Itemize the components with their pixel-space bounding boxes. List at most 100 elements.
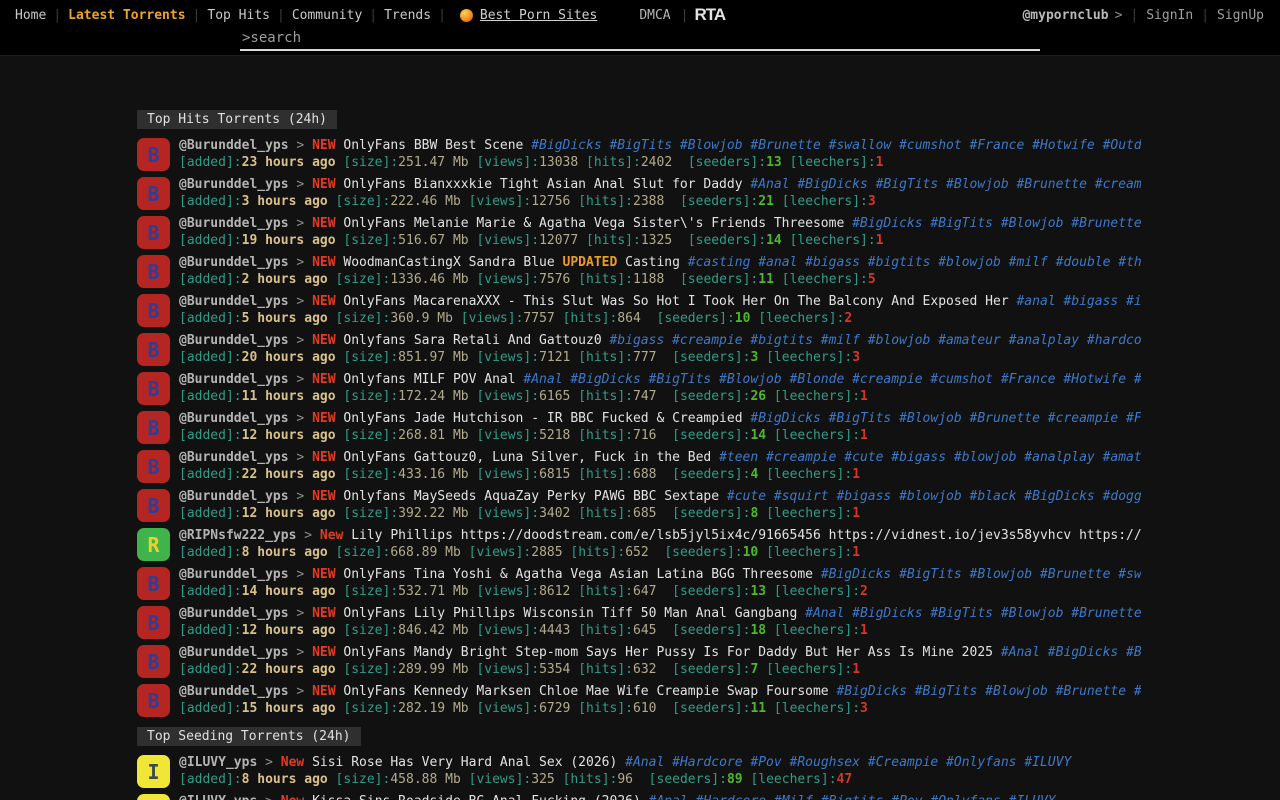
uploader-avatar[interactable]: B — [137, 333, 170, 366]
uploader-avatar[interactable]: B — [137, 606, 170, 639]
tag-links[interactable]: #Anal #BigDicks #BigTits #Blowjob #Brune… — [805, 606, 1141, 621]
torrent-title[interactable]: OnlyFans Jade Hutchison - IR BBC Fucked … — [343, 411, 742, 426]
uploader-link[interactable]: @Burunddel_yps — [179, 645, 289, 660]
uploader-avatar[interactable]: B — [137, 645, 170, 678]
torrent-title[interactable]: Sisi Rose Has Very Hard Anal Sex (2026) — [312, 755, 617, 770]
torrent-info: @Burunddel_yps > NEW Onlyfans MaySeeds A… — [179, 489, 1141, 522]
tag-links[interactable]: #teen #creampie #cute #bigass #blowjob #… — [719, 450, 1141, 465]
tag-links[interactable]: #BigDicks #BigTits #Blowjob #Brunette #s… — [821, 567, 1141, 582]
torrent-title[interactable]: Lily Phillips https://doodstream.com/e/l… — [351, 528, 1141, 543]
stat-label-seeders: [seeders]: — [672, 467, 750, 482]
nav-community[interactable]: Community — [285, 8, 369, 23]
torrent-title[interactable]: OnlyFans BBW Best Scene — [343, 138, 523, 153]
uploader-avatar[interactable]: B — [137, 177, 170, 210]
uploader-link[interactable]: @Burunddel_yps — [179, 372, 289, 387]
uploader-link[interactable]: @Burunddel_yps — [179, 684, 289, 699]
torrent-title[interactable]: Kissa Sins Roadside BG Anal Fucking (202… — [312, 794, 641, 800]
uploader-link[interactable]: @RIPNsfw222_yps — [179, 528, 296, 543]
uploader-link[interactable]: @Burunddel_yps — [179, 606, 289, 621]
uploader-avatar[interactable]: I — [137, 755, 170, 788]
torrent-title[interactable]: OnlyFans Gattouz0, Luna Silver, Fuck in … — [343, 450, 711, 465]
tag-links[interactable]: #cute #squirt #bigass #blowjob #black #B… — [727, 489, 1141, 504]
tag-links[interactable]: #Anal #Hardcore #Pov #Roughsex #Creampie… — [625, 755, 1071, 770]
tag-links[interactable]: #anal #bigass #interrac… — [1016, 294, 1141, 309]
stat-label-size: [size]: — [336, 272, 391, 287]
nav-latest-torrents[interactable]: Latest Torrents — [61, 8, 192, 23]
torrent-info: @RIPNsfw222_yps > New Lily Phillips http… — [179, 528, 1141, 561]
best-porn-sites-link[interactable]: Best Porn Sites — [480, 8, 597, 23]
torrent-title[interactable]: OnlyFans Lily Phillips Wisconsin Tiff 50… — [343, 606, 797, 621]
dmca-link[interactable]: DMCA — [629, 8, 680, 23]
uploader-avatar[interactable]: B — [137, 294, 170, 327]
nav-top-hits[interactable]: Top Hits — [200, 8, 277, 23]
uploader-avatar[interactable]: B — [137, 411, 170, 444]
stat-label-seeders: [seeders]: — [657, 311, 735, 326]
torrent-row: B @Burunddel_yps > NEW Onlyfans MILF POV… — [137, 372, 1280, 405]
signin-link[interactable]: SignIn — [1138, 8, 1201, 23]
uploader-link[interactable]: @Burunddel_yps — [179, 333, 289, 348]
stat-value-views: 6815 — [539, 467, 570, 482]
uploader-link[interactable]: @ILUVY_yps — [179, 755, 257, 770]
tag-links[interactable]: #bigass #creampie #bigtits #milf #blowjo… — [609, 333, 1141, 348]
stat-value-added: 22 hours ago — [242, 662, 336, 677]
stat-label-views: [views]: — [476, 428, 539, 443]
account-name[interactable]: @mypornclub — [1022, 8, 1108, 23]
torrent-title[interactable]: OnlyFans Melanie Marie & Agatha Vega Sis… — [343, 216, 844, 231]
stat-label-added: [added]: — [179, 311, 242, 326]
uploader-link[interactable]: @Burunddel_yps — [179, 255, 289, 270]
torrent-title[interactable]: Onlyfans Sara Retali And Gattouz0 — [343, 333, 601, 348]
tag-links[interactable]: #Anal #Hardcore #Milf #Bigtits #Pov #Onl… — [649, 794, 1056, 800]
uploader-link[interactable]: @Burunddel_yps — [179, 450, 289, 465]
torrent-title[interactable]: Onlyfans MaySeeds AquaZay Perky PAWG BBC… — [343, 489, 719, 504]
tag-links[interactable]: #Anal #BigDicks #BigTits #Blowjob #Blond… — [523, 372, 1141, 387]
nav-home[interactable]: Home — [8, 8, 53, 23]
stat-label-hits: [hits]: — [578, 584, 633, 599]
uploader-avatar[interactable]: I — [137, 794, 170, 800]
uploader-avatar[interactable]: B — [137, 450, 170, 483]
torrent-info: @Burunddel_yps > NEW OnlyFans Lily Phill… — [179, 606, 1141, 639]
tag-links[interactable]: #Anal #BigDicks #BigTits … — [1001, 645, 1141, 660]
torrent-row: B @Burunddel_yps > NEW OnlyFans Tina Yos… — [137, 567, 1280, 600]
torrent-title[interactable]: OnlyFans Bianxxxkie Tight Asian Anal Slu… — [343, 177, 742, 192]
search-input[interactable] — [240, 30, 1040, 51]
nav-divider: | — [438, 8, 446, 23]
stat-value-added: 14 hours ago — [242, 584, 336, 599]
torrent-title[interactable]: Casting — [625, 255, 680, 270]
uploader-avatar[interactable]: B — [137, 489, 170, 522]
torrent-title[interactable]: OnlyFans Tina Yoshi & Agatha Vega Asian … — [343, 567, 813, 582]
new-badge: NEW — [312, 450, 335, 465]
stat-value-seeders: 21 — [758, 194, 774, 209]
torrent-title[interactable]: Onlyfans MILF POV Anal — [343, 372, 515, 387]
uploader-link[interactable]: @Burunddel_yps — [179, 567, 289, 582]
torrent-title[interactable]: OnlyFans MacarenaXXX - This Slut Was So … — [343, 294, 1008, 309]
tag-links[interactable]: #BigDicks #BigTits #Blowjob #Brunette #s… — [852, 216, 1141, 231]
nav-trends[interactable]: Trends — [377, 8, 438, 23]
uploader-avatar[interactable]: B — [137, 372, 170, 405]
uploader-avatar[interactable]: B — [137, 255, 170, 288]
uploader-link[interactable]: @Burunddel_yps — [179, 138, 289, 153]
uploader-avatar[interactable]: R — [137, 528, 170, 561]
torrent-title[interactable]: OnlyFans Kennedy Marksen Chloe Mae Wife … — [343, 684, 828, 699]
torrent-title[interactable]: WoodmanCastingX Sandra Blue — [343, 255, 554, 270]
tag-links[interactable]: #BigDicks #BigTits #Blowjob #Brunette #c… — [750, 411, 1141, 426]
tag-links[interactable]: #Anal #BigDicks #BigTits #Blowjob #Brune… — [750, 177, 1141, 192]
signup-link[interactable]: SignUp — [1209, 8, 1272, 23]
stat-value-views: 12077 — [539, 233, 578, 248]
new-badge: NEW — [312, 216, 335, 231]
uploader-link[interactable]: @Burunddel_yps — [179, 489, 289, 504]
stat-value-size: 458.88 Mb — [390, 772, 460, 787]
uploader-link[interactable]: @Burunddel_yps — [179, 177, 289, 192]
tag-links[interactable]: #BigDicks #BigTits #Blowjob #Brunette #s… — [836, 684, 1141, 699]
tag-links[interactable]: #casting #anal #bigass #bigtits #blowjob… — [688, 255, 1141, 270]
flame-icon — [460, 9, 473, 22]
tag-links[interactable]: #BigDicks #BigTits #Blowjob #Brunette #s… — [531, 138, 1141, 153]
torrent-title[interactable]: OnlyFans Mandy Bright Step-mom Says Her … — [343, 645, 993, 660]
uploader-link[interactable]: @Burunddel_yps — [179, 216, 289, 231]
uploader-link[interactable]: @Burunddel_yps — [179, 294, 289, 309]
uploader-avatar[interactable]: B — [137, 567, 170, 600]
uploader-avatar[interactable]: B — [137, 138, 170, 171]
uploader-link[interactable]: @Burunddel_yps — [179, 411, 289, 426]
uploader-link[interactable]: @ILUVY_yps — [179, 794, 257, 800]
uploader-avatar[interactable]: B — [137, 684, 170, 717]
uploader-avatar[interactable]: B — [137, 216, 170, 249]
